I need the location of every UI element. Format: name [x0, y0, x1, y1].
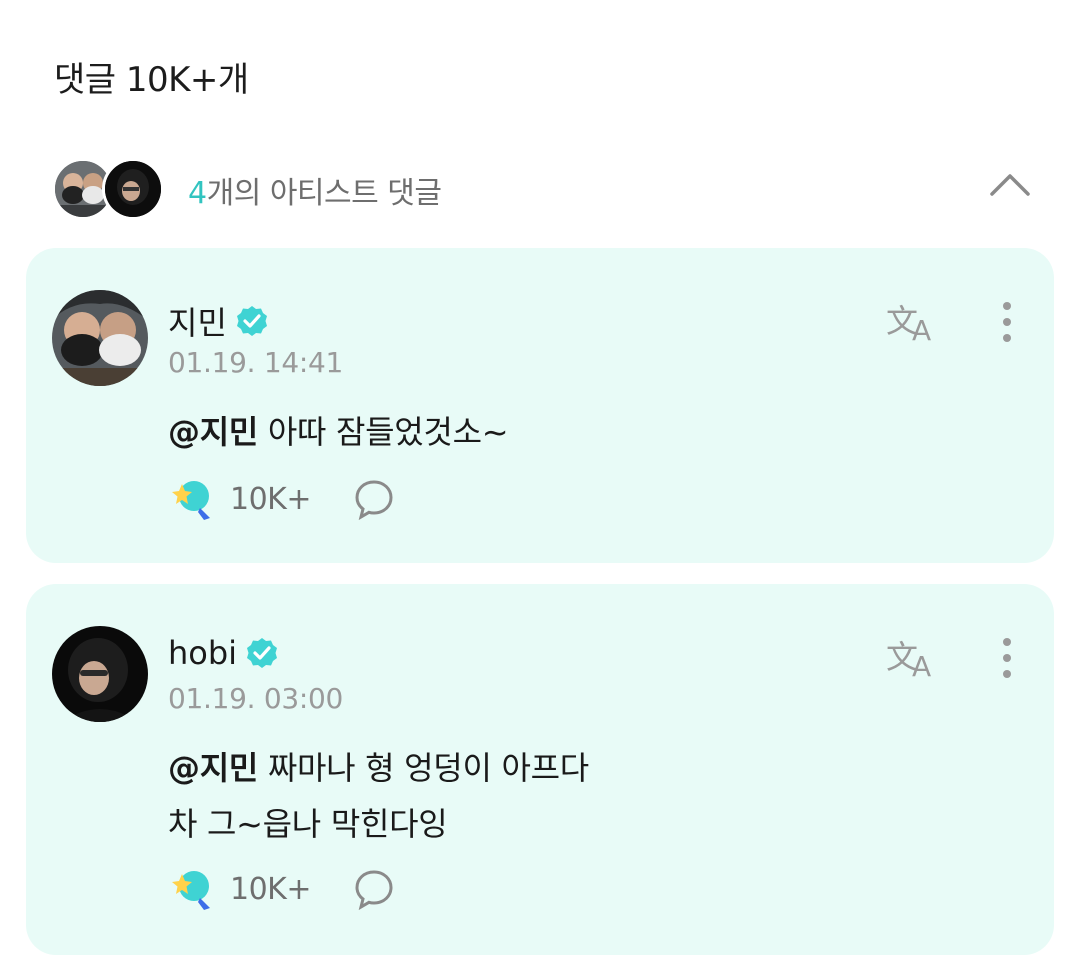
verified-badge-icon	[236, 306, 267, 336]
comment-body: @지민 짜마나 형 엉덩이 아프다 차 그~읍나 막힌다잉	[168, 740, 589, 852]
artist-comments-text: 개의 아티스트 댓글	[206, 176, 442, 211]
comment-text: 아따 잠들었것소~	[267, 413, 509, 451]
svg-text:A: A	[912, 650, 931, 678]
cheer-count: 10K+	[230, 871, 311, 907]
comment-text: 짜마나 형 엉덩이 아프다	[267, 749, 589, 787]
avatar[interactable]	[52, 626, 148, 722]
reply-icon[interactable]	[353, 868, 395, 910]
author-name: hobi	[168, 634, 238, 672]
comment-author: hobi	[168, 634, 279, 672]
comment-actions: 10K+	[168, 864, 395, 914]
comment-line: @지민 아따 잠들었것소~	[168, 404, 509, 460]
artist-avatar-stack	[52, 158, 164, 220]
mention-link[interactable]: @지민	[168, 749, 258, 787]
comments-page: 댓글 10K+개 4개의 아티스트 댓글 지민 01.19. 14:41 @지민…	[0, 0, 1079, 971]
artist-comment-card: 지민 01.19. 14:41 @지민 아따 잠들었것소~ 文 A 10K+	[26, 248, 1054, 563]
comment-timestamp: 01.19. 03:00	[168, 682, 344, 715]
chevron-up-icon[interactable]	[988, 168, 1032, 198]
artist-comments-toggle[interactable]: 4개의 아티스트 댓글	[52, 156, 1042, 220]
cheer-icon[interactable]	[168, 864, 218, 914]
comment-actions: 10K+	[168, 474, 395, 524]
artist-comments-count: 4	[188, 176, 207, 211]
mention-link[interactable]: @지민	[168, 413, 258, 451]
cheer-count: 10K+	[230, 481, 311, 517]
avatar[interactable]	[52, 290, 148, 386]
artist-comment-card: hobi 01.19. 03:00 @지민 짜마나 형 엉덩이 아프다 차 그~…	[26, 584, 1054, 955]
comment-line: @지민 짜마나 형 엉덩이 아프다	[168, 740, 589, 796]
avatar	[102, 158, 164, 220]
comment-timestamp: 01.19. 14:41	[168, 346, 344, 379]
more-icon[interactable]	[992, 636, 1022, 680]
cheer-icon[interactable]	[168, 474, 218, 524]
comment-body: @지민 아따 잠들었것소~	[168, 404, 509, 460]
translate-icon[interactable]: 文 A	[886, 298, 942, 342]
verified-badge-icon	[247, 638, 278, 668]
author-name: 지민	[168, 304, 227, 342]
comment-count-title: 댓글 10K+개	[54, 60, 249, 100]
reply-icon[interactable]	[353, 478, 395, 520]
translate-icon[interactable]: 文 A	[886, 634, 942, 678]
svg-text:A: A	[912, 314, 931, 342]
comment-author: 지민	[168, 298, 269, 344]
more-icon[interactable]	[992, 300, 1022, 344]
comment-line: 차 그~읍나 막힌다잉	[168, 805, 448, 843]
artist-comments-label: 4개의 아티스트 댓글	[188, 168, 442, 212]
